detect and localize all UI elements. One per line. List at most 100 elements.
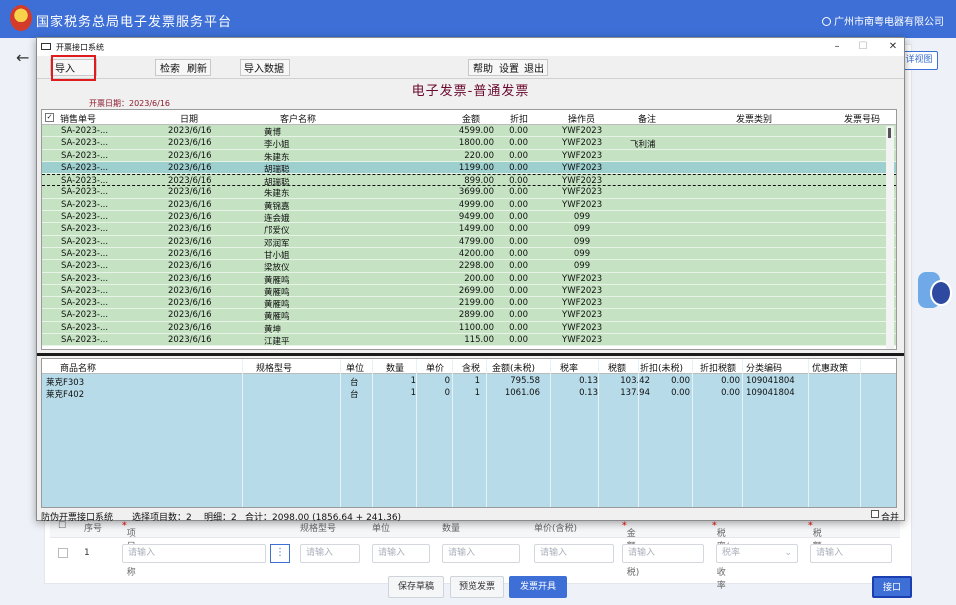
splitter[interactable] <box>37 353 904 356</box>
spec-input[interactable]: 请输入 <box>300 544 360 563</box>
select-all-checkbox[interactable]: ✓ <box>45 113 54 122</box>
amount-cell: 115.00 <box>464 335 494 346</box>
operator-cell: YWF2023 <box>562 150 603 161</box>
grid-line <box>638 359 639 507</box>
row-checkbox[interactable] <box>58 548 68 558</box>
note-cell: 飞利浦 <box>630 140 656 151</box>
table-row[interactable]: 莱克F303 台 1 0 1 795.58 0.13 103.42 0.00 0.00 109041… <box>42 375 896 388</box>
settings-button[interactable]: 设置 <box>499 60 519 75</box>
merge-checkbox[interactable]: 合并 <box>871 510 899 523</box>
table-row[interactable]: SA-2023-... 2023/6/16 朱建东 3699.00 0.00 YWF202… <box>42 186 896 199</box>
tax-emblem-icon <box>10 5 32 31</box>
amount-cell: 2298.00 <box>458 261 494 272</box>
sales-orders-grid: ✓ 销售单号 日期 客户名称 金额 折扣 操作员 备注 发票类别 发票号码 SA… <box>41 109 897 350</box>
item-name-input[interactable]: 请输入 <box>122 544 266 563</box>
table-row[interactable]: SA-2023-... 2023/6/16 梁放仪 2298.00 0.00 099 <box>42 260 896 273</box>
discount-cell: 0.00 <box>509 298 528 309</box>
exit-button[interactable]: 退出 <box>524 60 544 75</box>
issue-invoice-button[interactable]: 发票开具 <box>509 576 567 598</box>
amount-cell: 4799.00 <box>458 236 494 247</box>
help-button[interactable]: 帮助 <box>473 60 493 75</box>
sales-no-cell: SA-2023-... <box>61 285 109 296</box>
amount-cell: 9499.00 <box>458 212 494 223</box>
status-bar: 防伪开票接口系统 选择项目数：2 明细：2 合计：2098.00 (1856.6… <box>37 510 904 523</box>
table-row[interactable]: SA-2023-... 2023/6/16 黄雁鸣 2199.00 0.00 YWF202… <box>42 297 896 310</box>
table-row[interactable]: 莱克F402 台 1 0 1 1061.06 0.13 137.94 0.00 0.00 10904… <box>42 387 896 400</box>
category-code-cell: 109041804 <box>746 388 795 398</box>
discount-cell: 0.00 <box>509 162 528 173</box>
unit-input[interactable]: 请输入 <box>372 544 430 563</box>
discount-cell: 0.00 <box>509 322 528 333</box>
view-button[interactable]: 详视图 <box>900 51 938 70</box>
customer-cell: 邓润军 <box>264 238 290 249</box>
table-row[interactable]: SA-2023-... 2023/6/16 黄雁鸣 2899.00 0.00 YWF202… <box>42 309 896 322</box>
tax-input[interactable]: 请输入 <box>810 544 892 563</box>
table-row[interactable]: SA-2023-... 2023/6/16 黄雁鸣 2699.00 0.00 YWF202… <box>42 284 896 298</box>
col-invoice-type: 发票类别 <box>736 115 773 125</box>
date-cell: 2023/6/16 <box>168 261 212 272</box>
table-row[interactable]: SA-2023-... 2023/6/16 江建平 115.00 0.00 YWF2023 <box>42 334 896 347</box>
sales-no-cell: SA-2023-... <box>61 187 109 198</box>
save-draft-button[interactable]: 保存草稿 <box>388 576 444 598</box>
table-row[interactable]: SA-2023-... 2023/6/16 邝爱仪 1499.00 0.00 099 <box>42 223 896 237</box>
col-note: 备注 <box>638 115 657 125</box>
customer-cell: 朱建东 <box>264 152 290 163</box>
date-cell: 2023/6/16 <box>168 199 212 210</box>
table-row[interactable]: SA-2023-... 2023/6/16 黄雁鸣 200.00 0.00 YWF2023 <box>42 272 896 286</box>
qty-input[interactable]: 请输入 <box>442 544 520 563</box>
table-row[interactable]: SA-2023-... 2023/6/16 朱建东 220.00 0.00 YWF2023 <box>42 149 896 163</box>
table-row[interactable]: SA-2023-... 2023/6/16 黄博 4599.00 0.00 YWF2023 <box>42 125 896 138</box>
product-name-cell: 莱克F402 <box>46 390 85 400</box>
customer-cell: 黄雁鸣 <box>264 275 290 286</box>
discount-cell: 0.00 <box>509 273 528 284</box>
sales-grid-scrollbar[interactable] <box>886 126 894 349</box>
operator-cell: YWF2023 <box>562 298 603 309</box>
table-row[interactable]: SA-2023-... 2023/6/16 邓润军 4799.00 0.00 099 <box>42 235 896 249</box>
operator-cell: YWF2023 <box>562 285 603 296</box>
item-picker-button[interactable]: ⋮ <box>270 544 290 563</box>
sales-grid-body: SA-2023-... 2023/6/16 黄博 4599.00 0.00 YWF2023… <box>42 125 896 347</box>
grid-line <box>860 359 861 507</box>
sales-no-cell: SA-2023-... <box>61 335 109 346</box>
operator-cell: YWF2023 <box>562 138 603 149</box>
price-input[interactable]: 请输入 <box>534 544 614 563</box>
back-arrow-icon[interactable]: ← <box>16 48 29 67</box>
table-row[interactable]: SA-2023-... 2023/6/16 黄坤 1100.00 0.00 YWF2023 <box>42 321 896 335</box>
table-row[interactable]: SA-2023-... 2023/6/16 连会娥 9499.00 0.00 099 <box>42 211 896 224</box>
minimize-icon[interactable]: – <box>829 40 845 54</box>
operator-cell: YWF2023 <box>562 335 603 346</box>
amount-cell: 3699.00 <box>458 187 494 198</box>
table-row[interactable]: SA-2023-... 2023/6/16 胡瑞聪 1199.00 0.00 YWF202… <box>42 161 896 175</box>
preview-invoice-button[interactable]: 预览发票 <box>450 576 504 598</box>
rate-cell: 0.13 <box>579 376 598 386</box>
refresh-button[interactable]: 刷新 <box>187 60 207 75</box>
date-cell: 2023/6/16 <box>168 285 212 296</box>
amount-cell: 1800.00 <box>458 138 494 149</box>
table-row[interactable]: SA-2023-... 2023/6/16 胡瑞聪 899.00 0.00 YWF2023 <box>42 174 896 188</box>
discount-cell: 0.00 <box>509 150 528 161</box>
date-cell: 2023/6/16 <box>168 248 212 259</box>
assistant-widget-icon[interactable] <box>918 272 952 312</box>
sales-no-cell: SA-2023-... <box>61 126 109 136</box>
close-icon[interactable]: ✕ <box>885 40 901 54</box>
amount-input[interactable]: 请输入 <box>622 544 704 563</box>
col-tax-amount: 税额 <box>608 364 627 374</box>
user-account[interactable]: 广州市南粤电器有限公司 <box>822 13 944 28</box>
discount-cell: 0.00 <box>671 376 690 386</box>
interface-button[interactable]: 接口 <box>872 576 912 598</box>
sales-no-cell: SA-2023-... <box>61 322 109 333</box>
amount-cell: 2899.00 <box>458 310 494 321</box>
tax-rate-select[interactable]: 税率 ⌄ <box>716 544 798 563</box>
customer-cell: 李小姐 <box>264 140 290 151</box>
table-row[interactable]: SA-2023-... 2023/6/16 李小姐 1800.00 0.00 YWF202… <box>42 137 896 151</box>
table-row[interactable]: SA-2023-... 2023/6/16 黄锦嘉 4999.00 0.00 YWF202… <box>42 198 896 212</box>
operator-cell: YWF2023 <box>562 199 603 210</box>
maximize-icon[interactable]: ☐ <box>855 40 871 54</box>
menu-bar: 导入 检索 刷新 导入数据 帮助 设置 退出 <box>37 57 904 79</box>
date-cell: 2023/6/16 <box>168 187 212 198</box>
import-data-button[interactable]: 导入数据 <box>244 60 284 75</box>
customer-cell: 邝爱仪 <box>264 226 290 237</box>
table-row[interactable]: SA-2023-... 2023/6/16 甘小姐 4200.00 0.00 099 <box>42 247 896 261</box>
discount-cell: 0.00 <box>671 388 690 398</box>
search-button[interactable]: 检索 <box>160 60 180 75</box>
